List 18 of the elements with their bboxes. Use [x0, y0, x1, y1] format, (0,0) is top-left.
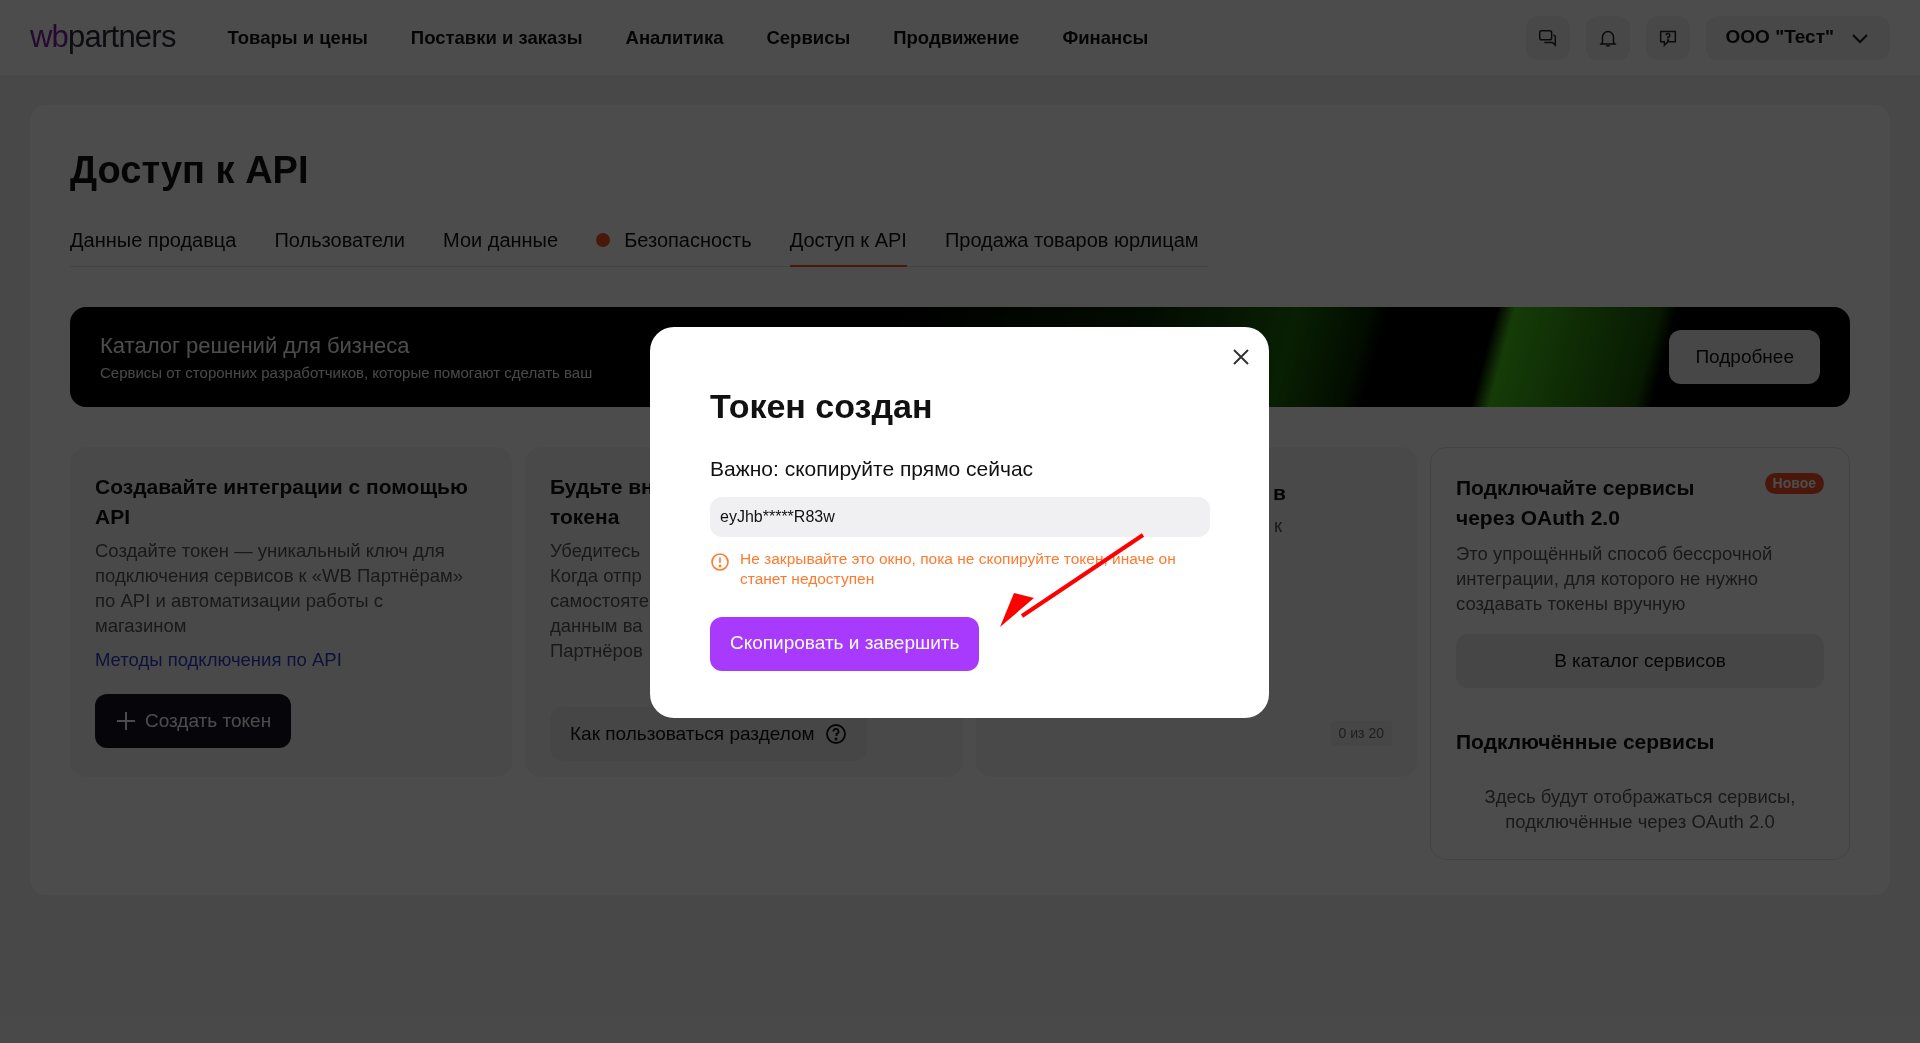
card-title: Создавайте интеграции с помощью API [95, 474, 469, 530]
card-title: в [1273, 480, 1286, 506]
page-title: Доступ к API [70, 151, 310, 189]
token-field[interactable]: eyJhb*****R83w [710, 496, 1210, 537]
warning-text: Не закрывайте это окно, пока не скопируйте токен, иначе он станет недоступен [740, 548, 1177, 589]
tab[interactable]: Данные продавца [70, 225, 237, 267]
tab[interactable]: Мои данные [443, 225, 559, 267]
tab[interactable]: Пользователи [274, 225, 405, 267]
section-title: Подключённые сервисы [1456, 729, 1716, 755]
warning-icon [710, 551, 730, 572]
copy-finish-button[interactable]: Скопировать и завершить [710, 616, 980, 671]
banner-title: Каталог решений для бизнеса [100, 332, 411, 361]
card-title: Подключайте сервисы через OAuth 2.0 [1456, 475, 1696, 531]
card-title: токена [550, 504, 620, 530]
dialog-label: Важно: скопируйте прямо сейчас [710, 456, 1035, 482]
banner-subtitle: Сервисы от сторонних разработчиков, которые помогают сделать ваш [100, 363, 593, 384]
dialog-title: Токен создан [710, 389, 934, 423]
tab[interactable]: Продажа товаров юрлицам [944, 225, 1199, 267]
